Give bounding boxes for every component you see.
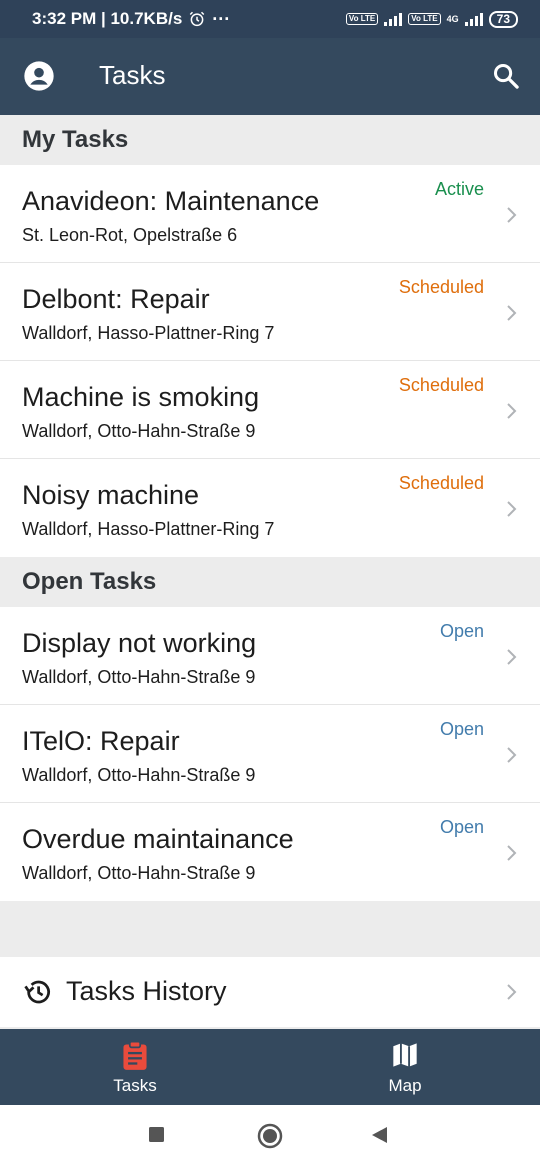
- page-title: Tasks: [99, 60, 166, 90]
- task-row[interactable]: Machine is smoking Walldorf, Otto-Hahn-S…: [0, 361, 540, 459]
- status-time: 3:32 PM | 10.7KB/s: [32, 9, 183, 28]
- task-address: Walldorf, Otto-Hahn-Straße 9: [22, 667, 256, 687]
- tasks-history-label: Tasks History: [66, 976, 227, 1006]
- chevron-right-icon: [507, 305, 517, 321]
- system-nav-bar: [0, 1105, 540, 1170]
- task-title: Delbont: Repair: [22, 284, 210, 314]
- app-bar: Tasks: [0, 38, 540, 115]
- status-bar: 3:32 PM | 10.7KB/s ··· Vo LTE Vo LTE 4G …: [0, 0, 540, 38]
- search-button[interactable]: [492, 62, 520, 95]
- task-address: Walldorf, Hasso-Plattner-Ring 7: [22, 519, 275, 539]
- chevron-right-icon: [507, 649, 517, 665]
- task-address: St. Leon-Rot, Opelstraße 6: [22, 225, 238, 245]
- section-my-tasks: My Tasks: [0, 115, 540, 165]
- bottom-tab-bar: Tasks Map: [0, 1029, 540, 1105]
- volte-icon: Vo LTE: [345, 13, 379, 25]
- task-title: Display not working: [22, 628, 257, 658]
- tab-map-label: Map: [388, 1076, 422, 1095]
- task-address: Walldorf, Otto-Hahn-Straße 9: [22, 765, 256, 785]
- tasks-history-row[interactable]: Tasks History: [0, 957, 540, 1027]
- alarm-icon: [190, 11, 205, 27]
- chevron-right-icon: [507, 501, 517, 517]
- chevron-right-icon: [507, 403, 517, 419]
- map-icon: [393, 1043, 417, 1067]
- back-button[interactable]: [370, 1125, 388, 1150]
- task-row[interactable]: Delbont: Repair Walldorf, Hasso-Plattner…: [0, 263, 540, 361]
- task-address: Walldorf, Otto-Hahn-Straße 9: [22, 421, 256, 441]
- recents-button[interactable]: [148, 1125, 166, 1148]
- search-icon: [493, 63, 519, 89]
- task-row[interactable]: Noisy machine Walldorf, Hasso-Plattner-R…: [0, 459, 540, 557]
- chevron-right-icon: [507, 747, 517, 763]
- signal-icon: [384, 12, 403, 26]
- tab-tasks-label: Tasks: [113, 1076, 157, 1095]
- task-row[interactable]: Overdue maintainance Walldorf, Otto-Hahn…: [0, 803, 540, 901]
- volte-icon-2: Vo LTE: [408, 13, 441, 25]
- chevron-right-icon: [507, 845, 517, 861]
- task-status: Scheduled: [398, 277, 484, 297]
- task-status: Open: [439, 621, 484, 641]
- chevron-right-icon: [507, 984, 517, 1000]
- tab-tasks[interactable]: Tasks: [0, 1029, 270, 1105]
- account-button[interactable]: [23, 60, 55, 97]
- task-status: Scheduled: [398, 375, 484, 395]
- history-icon: [24, 980, 50, 1004]
- task-row[interactable]: Display not working Walldorf, Otto-Hahn-…: [0, 607, 540, 705]
- tab-map[interactable]: Map: [270, 1029, 540, 1105]
- circle-icon: [257, 1123, 283, 1149]
- task-title: Overdue maintainance: [22, 824, 294, 854]
- open-tasks-list: Display not working Walldorf, Otto-Hahn-…: [0, 607, 540, 901]
- network-type: 4G: [446, 14, 459, 24]
- account-circle-icon: [24, 61, 54, 91]
- task-title: Noisy machine: [22, 480, 200, 510]
- task-title: ITelO: Repair: [22, 726, 180, 756]
- task-status: Open: [439, 817, 484, 837]
- task-title: Machine is smoking: [22, 382, 260, 412]
- battery-icon: 73: [488, 10, 518, 28]
- triangle-back-icon: [372, 1127, 387, 1143]
- clipboard-icon: [123, 1041, 147, 1070]
- square-icon: [149, 1127, 164, 1142]
- home-button[interactable]: [257, 1123, 283, 1154]
- section-open-tasks: Open Tasks: [0, 557, 540, 607]
- chevron-right-icon: [507, 207, 517, 223]
- task-status: Open: [439, 719, 484, 739]
- task-address: Walldorf, Hasso-Plattner-Ring 7: [22, 323, 275, 343]
- my-tasks-list: Anavideon: Maintenance St. Leon-Rot, Ope…: [0, 165, 540, 557]
- task-status: Scheduled: [398, 473, 484, 493]
- more-notifications: ···: [212, 8, 231, 29]
- task-row[interactable]: ITelO: Repair Walldorf, Otto-Hahn-Straße…: [0, 705, 540, 803]
- task-status: Active: [434, 179, 484, 199]
- task-address: Walldorf, Otto-Hahn-Straße 9: [22, 863, 256, 883]
- signal-icon-2: [464, 12, 483, 26]
- task-title: Anavideon: Maintenance: [22, 186, 320, 216]
- task-row[interactable]: Anavideon: Maintenance St. Leon-Rot, Ope…: [0, 165, 540, 263]
